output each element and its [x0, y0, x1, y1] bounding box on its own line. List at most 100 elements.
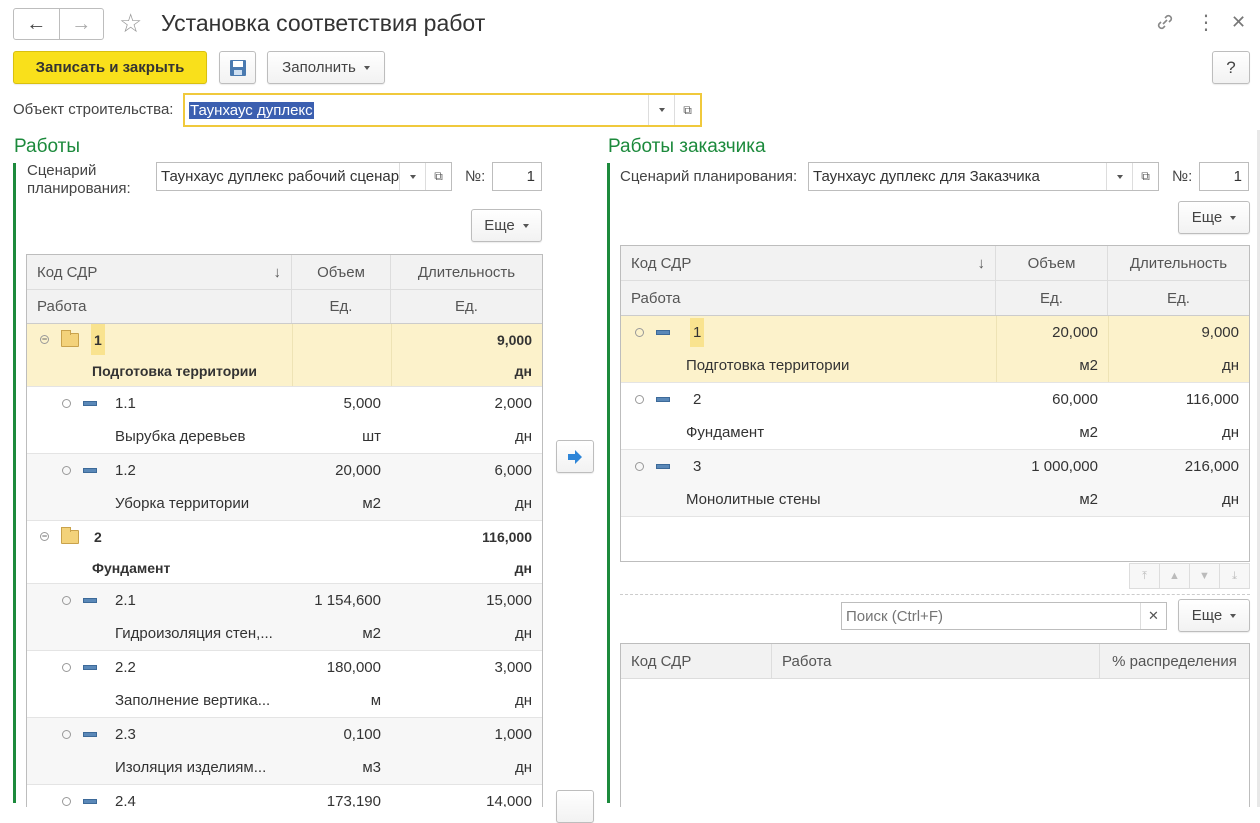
left-scenario-field[interactable]: Таунхаус дуплекс рабочий сценарий ⧉ [156, 162, 452, 191]
object-value: Таунхаус дуплекс [189, 101, 314, 119]
radio-icon [635, 395, 644, 404]
item-icon [83, 401, 97, 406]
col-code[interactable]: Код СДР [621, 644, 772, 678]
chevron-down-icon [1230, 613, 1237, 618]
help-button[interactable]: ? [1212, 51, 1250, 84]
table-row[interactable]: 31 000,000 216,000 Монолитные стены м2 дн [621, 450, 1249, 517]
section-divider [607, 163, 610, 803]
right-scenario-value: Таунхаус дуплекс для Заказчика [813, 168, 1040, 185]
table-row[interactable]: 1 20,000 9,000 Подготовка территории м2 дн [621, 316, 1249, 383]
col-percent[interactable]: % распределения [1100, 644, 1249, 678]
save-and-close-button[interactable]: Записать и закрыть [13, 51, 207, 84]
left-works-table: Код СДР ↓ Объем Длительность Работа Ед. Е… [26, 254, 543, 807]
col-unit[interactable]: Ед. [1108, 281, 1249, 315]
folder-icon [61, 526, 79, 544]
move-down-icon[interactable]: ▼ [1190, 564, 1220, 588]
chevron-down-icon[interactable] [1106, 163, 1132, 190]
left-more-label: Еще [484, 217, 515, 234]
clear-search-icon[interactable]: ✕ [1140, 603, 1166, 629]
col-volume[interactable]: Объем [996, 246, 1108, 280]
col-unit[interactable]: Ед. [996, 281, 1108, 315]
link-icon[interactable] [1155, 12, 1175, 37]
item-icon [83, 598, 97, 603]
customer-works-table: Код СДР ↓ Объем Длительность Работа Ед. Е… [620, 245, 1250, 562]
table-row[interactable]: 1.2 20,000 6,000 Уборка территории м2 дн [27, 454, 542, 521]
chevron-down-icon [522, 223, 529, 228]
table-row[interactable]: 2.3 0,100 1,000 Изоляция изделиям... м3 дн [27, 718, 542, 785]
chevron-down-icon[interactable] [648, 95, 674, 125]
left-scenario-value: Таунхаус дуплекс рабочий сценарий [161, 168, 399, 185]
dist-more-button[interactable]: Еще [1178, 599, 1250, 632]
chevron-down-icon[interactable] [399, 163, 425, 190]
move-up-icon[interactable]: ▲ [1160, 564, 1190, 588]
left-num-field[interactable]: 1 [492, 162, 542, 191]
nav-buttons: ← → [13, 8, 104, 40]
chevron-down-icon [363, 65, 370, 70]
search-field[interactable]: ✕ [841, 602, 1167, 630]
table-row[interactable]: 2.2 180,000 3,000 Заполнение вертика... м дн [27, 651, 542, 718]
item-icon [83, 732, 97, 737]
forward-icon[interactable]: → [58, 9, 104, 39]
item-icon [656, 397, 670, 402]
right-num-field[interactable]: 1 [1199, 162, 1249, 191]
right-scenario-label: Сценарий планирования: [620, 168, 798, 185]
open-icon[interactable]: ⧉ [425, 163, 451, 190]
move-top-icon[interactable]: ⤒ [1130, 564, 1160, 588]
col-code[interactable]: Код СДР ↓ [621, 246, 996, 280]
right-more-label: Еще [1191, 209, 1223, 226]
item-icon [656, 330, 670, 335]
star-icon[interactable]: ☆ [119, 9, 142, 37]
object-label: Объект строительства: [13, 101, 174, 118]
item-icon [83, 468, 97, 473]
open-icon[interactable]: ⧉ [674, 95, 700, 125]
col-work[interactable]: Работа [27, 290, 292, 323]
col-duration[interactable]: Длительность [391, 255, 542, 289]
radio-icon [62, 466, 71, 475]
col-duration[interactable]: Длительность [1108, 246, 1249, 280]
radio-icon [635, 328, 644, 337]
table-row[interactable]: 1.1 5,000 2,000 Вырубка деревьев шт дн [27, 387, 542, 454]
right-scenario-field[interactable]: Таунхаус дуплекс для Заказчика ⧉ [808, 162, 1159, 191]
table-row[interactable]: −2 116,000 Фундамент дн [27, 521, 542, 584]
open-icon[interactable]: ⧉ [1132, 163, 1158, 190]
col-work[interactable]: Работа [621, 281, 996, 315]
table-row[interactable]: 2 60,000 116,000 Фундамент м2 дн [621, 383, 1249, 450]
right-num-value: 1 [1233, 168, 1242, 185]
item-icon [83, 665, 97, 670]
fill-button[interactable]: Заполнить [267, 51, 385, 84]
customer-works-section-title: Работы заказчика [608, 136, 766, 157]
item-icon [656, 464, 670, 469]
distribution-table: Код СДР Работа % распределения [620, 643, 1250, 807]
col-work[interactable]: Работа [772, 644, 1100, 678]
arrow-right-icon [568, 449, 582, 464]
col-unit[interactable]: Ед. [292, 290, 391, 323]
close-icon[interactable]: ✕ [1231, 12, 1246, 33]
radio-icon [62, 596, 71, 605]
more-icon[interactable]: ⋮ [1196, 10, 1216, 35]
table-row[interactable]: 2.4 173,190 14,000 [27, 785, 542, 807]
save-icon[interactable] [219, 51, 256, 84]
collapse-icon[interactable]: − [40, 532, 49, 541]
left-more-button[interactable]: Еще [471, 209, 542, 242]
radio-icon [62, 730, 71, 739]
col-volume[interactable]: Объем [292, 255, 391, 289]
object-field[interactable]: Таунхаус дуплекс ⧉ [183, 93, 702, 127]
col-unit[interactable]: Ед. [391, 290, 542, 323]
table-row[interactable]: 2.1 1 154,600 15,000 Гидроизоляция стен,..… [27, 584, 542, 651]
transfer-right-button[interactable] [556, 440, 594, 473]
search-input[interactable] [842, 606, 1140, 626]
collapse-icon[interactable]: − [40, 335, 49, 344]
fill-button-label: Заполнить [282, 59, 356, 76]
left-num-value: 1 [526, 168, 535, 185]
back-icon[interactable]: ← [14, 9, 59, 39]
col-code[interactable]: Код СДР ↓ [27, 255, 292, 289]
right-more-button[interactable]: Еще [1178, 201, 1250, 234]
item-icon [83, 799, 97, 804]
dist-more-label: Еще [1191, 607, 1223, 624]
radio-icon [635, 462, 644, 471]
section-divider [13, 163, 16, 803]
divider [620, 594, 1250, 595]
move-bottom-icon[interactable]: ⤓ [1220, 564, 1249, 588]
scenario-label: Сценарий планирования: [27, 162, 131, 197]
table-row[interactable]: −1 9,000 Подготовка территории дн [27, 324, 542, 387]
